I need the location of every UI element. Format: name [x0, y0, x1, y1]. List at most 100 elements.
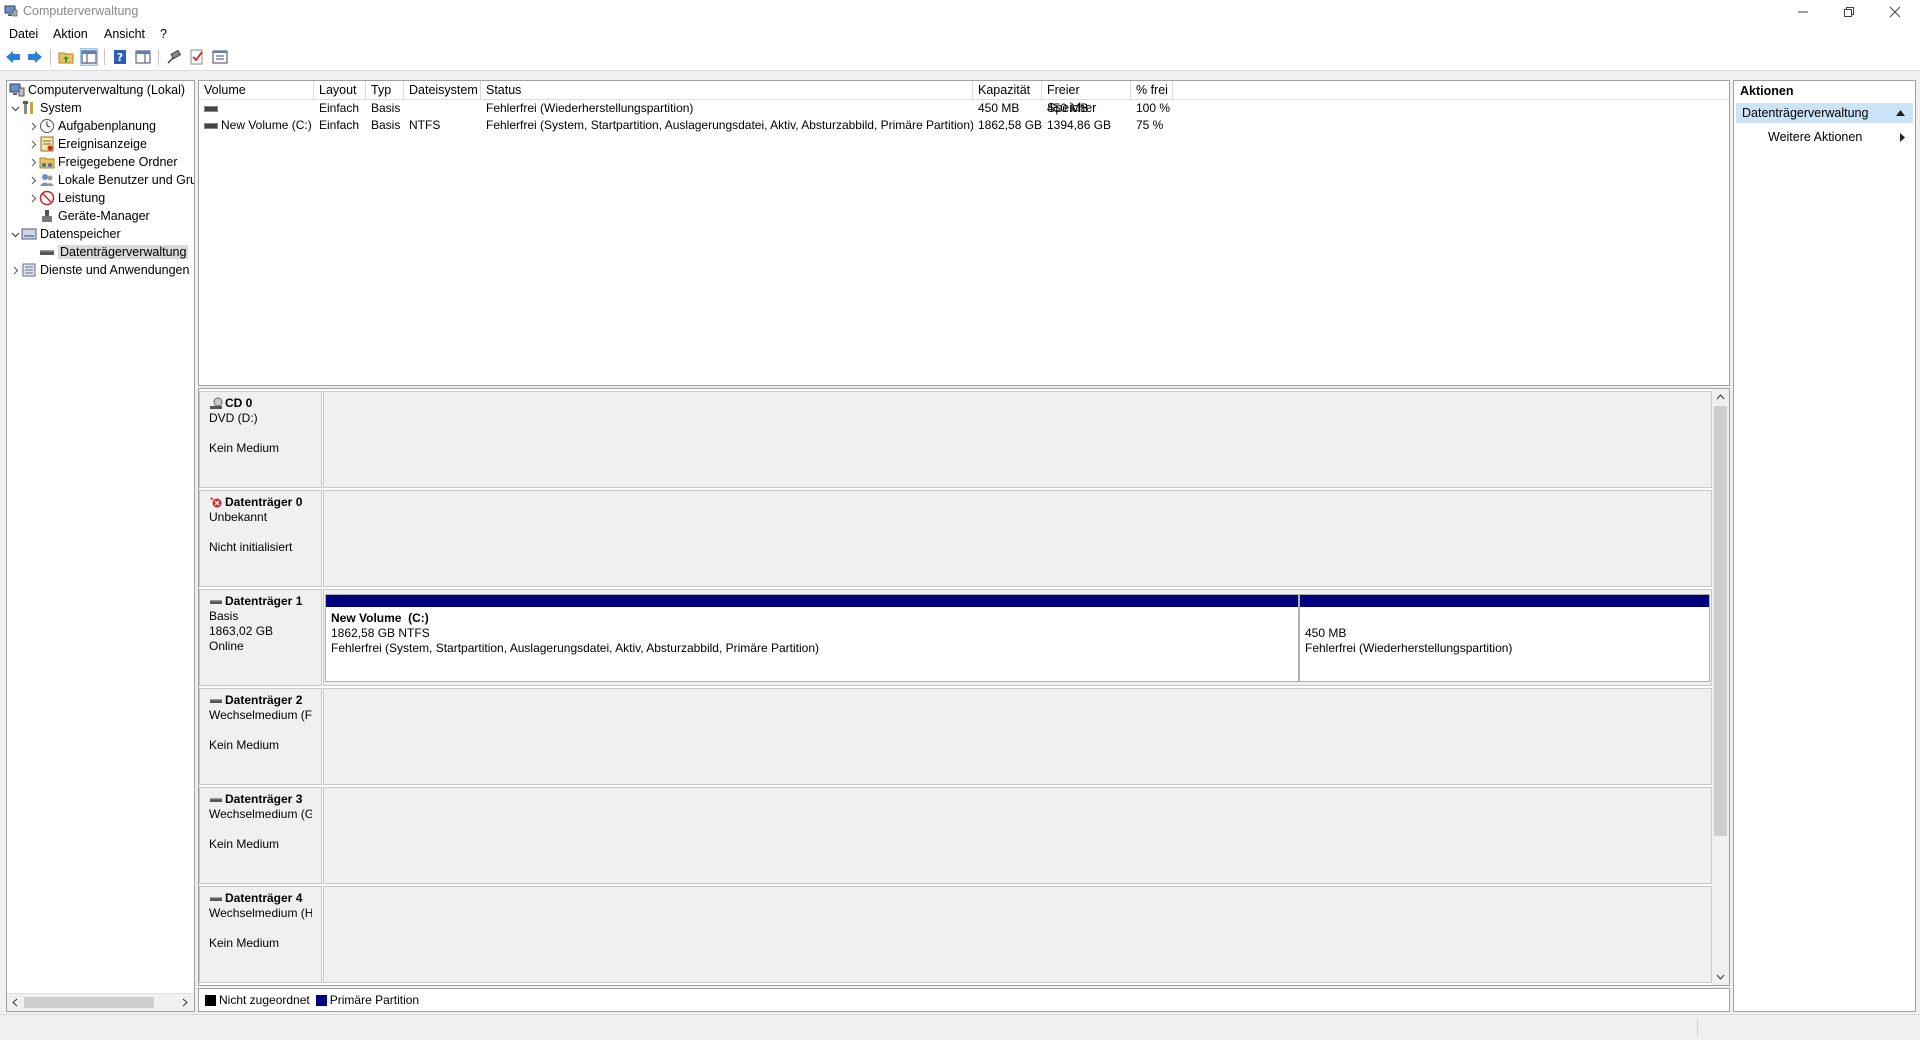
collapse-up-icon[interactable] — [1896, 110, 1905, 116]
disk-cd0[interactable]: CD 0 DVD (D:) Kein Medium — [199, 391, 1712, 490]
column-header-prozent-frei[interactable]: % frei — [1131, 81, 1173, 99]
tree-item-label: Ereignisanzeige — [58, 137, 147, 151]
back-button[interactable] — [5, 49, 21, 65]
minimize-button[interactable] — [1780, 0, 1826, 24]
connect-button[interactable] — [166, 49, 182, 65]
disk-type: Basis — [209, 609, 239, 623]
tree-item-root[interactable]: Computerverwaltung (Lokal) — [9, 81, 185, 99]
properties-button[interactable] — [212, 49, 228, 65]
title-bar: Computerverwaltung — [0, 0, 1920, 24]
column-header-freier-speicher[interactable]: Freier Speicher — [1042, 81, 1131, 115]
chevron-right-icon[interactable] — [27, 171, 39, 189]
primary-partition-bar — [326, 595, 1298, 607]
tree-item-ereignisanzeige[interactable]: Ereignisanzeige — [27, 135, 147, 153]
disk-info[interactable]: CD 0 DVD (D:) Kein Medium — [199, 391, 322, 488]
forward-button[interactable] — [27, 49, 43, 65]
chevron-right-icon[interactable] — [27, 117, 39, 135]
tree-item-datenspeicher[interactable]: Datenspeicher — [9, 225, 121, 243]
column-header-typ[interactable]: Typ — [366, 81, 404, 99]
disk-partition-area — [323, 391, 1712, 488]
close-button[interactable] — [1872, 0, 1918, 24]
column-header-dateisystem[interactable]: Dateisystem — [404, 81, 481, 99]
table-row[interactable]: Einfach Basis Fehlerfrei (Wiederherstell… — [199, 100, 1729, 117]
actions-title: Aktionen — [1740, 84, 1794, 98]
chevron-down-icon[interactable] — [9, 99, 21, 117]
disk-info[interactable]: Datenträger 2 Wechselmedium (F:) Kein Me… — [199, 688, 322, 785]
chevron-down-icon[interactable] — [9, 225, 21, 243]
disk-info[interactable]: Datenträger 4 Wechselmedium (H:) Kein Me… — [199, 886, 322, 983]
column-header-layout[interactable]: Layout — [314, 81, 366, 99]
disk-datentraeger-1[interactable]: Datenträger 1 Basis 1863,02 GB Online Ne… — [199, 589, 1712, 688]
tree-item-label: Computerverwaltung (Lokal) — [28, 83, 186, 97]
tree-item-label: Dienste und Anwendungen — [40, 263, 190, 277]
up-button[interactable] — [58, 49, 74, 65]
chevron-right-icon[interactable] — [27, 189, 39, 207]
chevron-right-icon[interactable] — [27, 135, 39, 153]
chevron-right-icon[interactable] — [27, 153, 39, 171]
actions-section-datentraegerverwaltung[interactable]: Datenträgerverwaltung — [1736, 103, 1913, 123]
show-hide-action-pane-button[interactable] — [135, 49, 151, 65]
menu-help[interactable]: ? — [160, 27, 167, 41]
column-header-volume[interactable]: Volume — [199, 81, 314, 99]
volume-cell — [199, 100, 314, 117]
disk-datentraeger-3[interactable]: Datenträger 3 Wechselmedium (G:) Kein Me… — [199, 787, 1712, 886]
event-viewer-icon — [39, 136, 55, 152]
tree-item-dienste[interactable]: Dienste und Anwendungen — [9, 261, 189, 279]
tree-item-freigegebene-ordner[interactable]: Freigegebene Ordner — [27, 153, 178, 171]
menu-datei[interactable]: Datei — [9, 27, 38, 41]
disk-icon — [210, 698, 222, 703]
folder-up-icon — [58, 52, 74, 64]
computer-management-icon — [9, 82, 25, 98]
action-weitere-aktionen[interactable]: Weitere Aktionen — [1736, 127, 1913, 147]
help-button[interactable]: ? — [112, 49, 128, 65]
layout-cell: Einfach — [319, 101, 360, 115]
disk-datentraeger-4[interactable]: Datenträger 4 Wechselmedium (H:) Kein Me… — [199, 886, 1712, 985]
partition-recovery[interactable]: 450 MB Fehlerfrei (Wiederherstellungspar… — [1299, 594, 1710, 682]
capacity-cell: 1862,58 GB — [978, 118, 1042, 132]
column-header-status[interactable]: Status — [481, 81, 973, 99]
tree-item-system[interactable]: System — [9, 99, 82, 117]
menu-aktion[interactable]: Aktion — [53, 27, 88, 41]
scrollbar-thumb[interactable] — [24, 997, 154, 1008]
chevron-left-icon[interactable] — [11, 998, 19, 1007]
partition-c[interactable]: New Volume (C:) 1862,58 GB NTFS Fehlerfr… — [325, 594, 1299, 682]
tree-item-geraete-manager[interactable]: Geräte-Manager — [39, 207, 150, 225]
partition-size: 450 MB — [1305, 626, 1347, 640]
status-bar — [0, 1014, 1920, 1039]
drive-icon — [204, 105, 218, 112]
disk-datentraeger-0[interactable]: * Datenträger 0 Unbekannt Nicht initialis… — [199, 490, 1712, 589]
disk-status: Kein Medium — [209, 441, 280, 455]
tree-item-lokale-benutzer[interactable]: Lokale Benutzer und Gruppen — [27, 171, 194, 189]
disk-info[interactable]: Datenträger 1 Basis 1863,02 GB Online — [199, 589, 322, 686]
tree-item-leistung[interactable]: Leistung — [27, 189, 105, 207]
menu-ansicht[interactable]: Ansicht — [104, 27, 145, 41]
disk-icon — [210, 797, 222, 802]
tree-horizontal-scrollbar[interactable] — [7, 993, 194, 1011]
disk-datentraeger-2[interactable]: Datenträger 2 Wechselmedium (F:) Kein Me… — [199, 688, 1712, 787]
show-hide-tree-button[interactable] — [80, 48, 98, 66]
volume-cell: New Volume (C:) — [199, 117, 314, 134]
scrollbar-thumb[interactable] — [1714, 406, 1727, 836]
chevron-right-icon[interactable] — [9, 261, 21, 279]
disk-name: Datenträger 2 — [225, 693, 303, 707]
tree-item-aufgabenplanung[interactable]: Aufgabenplanung — [27, 117, 156, 135]
disk-info[interactable]: * Datenträger 0 Unbekannt Nicht initialis… — [199, 490, 322, 587]
disk-info[interactable]: Datenträger 3 Wechselmedium (G:) Kein Me… — [199, 787, 322, 884]
chevron-right-icon[interactable] — [181, 998, 189, 1007]
arrow-left-icon — [6, 51, 20, 63]
chevron-up-icon[interactable] — [1716, 393, 1725, 401]
disk-graphical-view: CD 0 DVD (D:) Kein Medium * Datenträger 0… — [198, 388, 1730, 986]
chevron-down-icon[interactable] — [1716, 973, 1725, 981]
filesystem-cell — [404, 100, 481, 117]
table-row[interactable]: New Volume (C:) Einfach Basis NTFS Fehle… — [199, 117, 1729, 134]
check-button[interactable] — [189, 49, 205, 65]
partition-title — [1305, 611, 1704, 626]
disk-type: DVD (D:) — [209, 411, 258, 425]
column-header-kapazitaet[interactable]: Kapazität — [973, 81, 1042, 99]
disk-type: Unbekannt — [209, 510, 268, 524]
disk-view-vertical-scrollbar[interactable] — [1712, 389, 1729, 985]
submenu-arrow-icon — [1900, 133, 1905, 142]
restore-button[interactable] — [1826, 0, 1872, 24]
tree-item-datentraegerverwaltung[interactable]: Datenträgerverwaltung — [39, 243, 189, 261]
menu-bar: Datei Aktion Ansicht ? — [0, 24, 1920, 44]
